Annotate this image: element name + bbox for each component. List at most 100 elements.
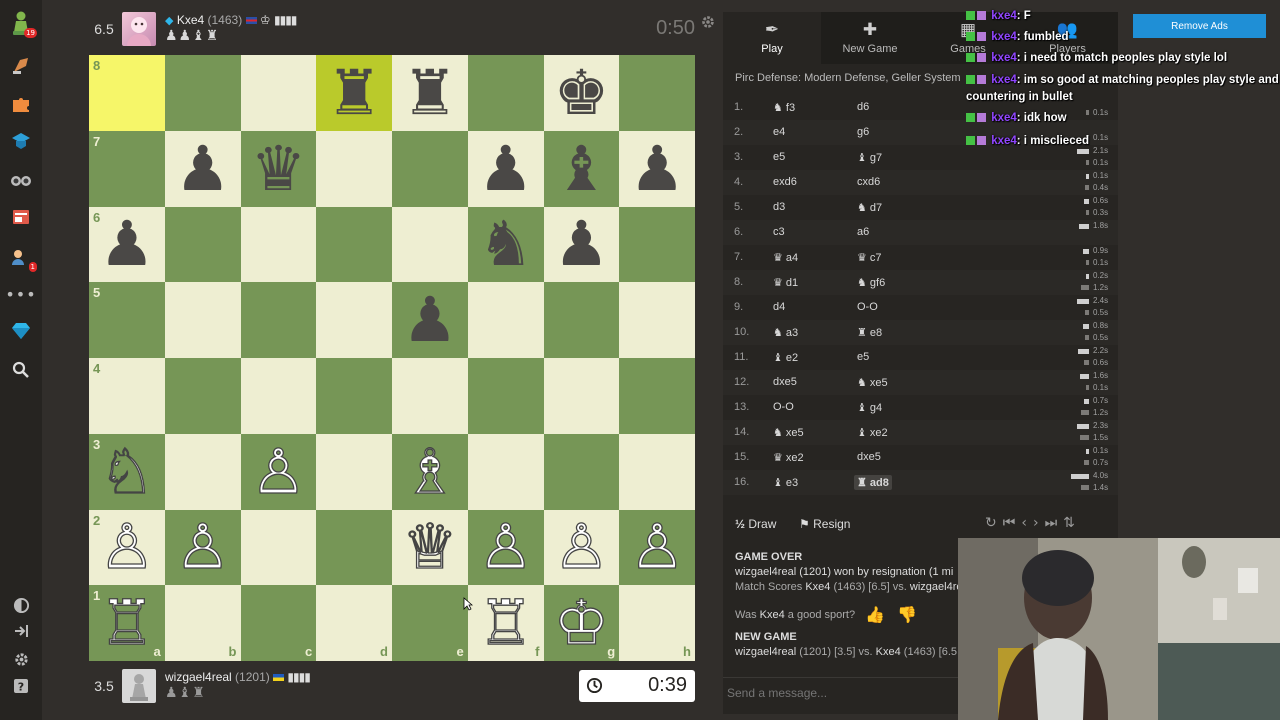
remove-ads-button[interactable]: Remove Ads — [1133, 14, 1266, 38]
black-move[interactable]: ♝ g4 — [857, 401, 882, 414]
square-a6[interactable]: ♟ 6 — [89, 206, 165, 283]
play-icon[interactable] — [8, 52, 34, 78]
square-g2[interactable]: ♙ — [543, 509, 620, 586]
white-move[interactable]: O-O — [773, 401, 794, 413]
theme-toggle-icon[interactable] — [8, 592, 34, 618]
square-e5[interactable]: ♟ — [392, 282, 468, 358]
good-sport-player[interactable]: Kxe4 — [760, 609, 785, 621]
last-move-icon[interactable]: ⏭ — [1045, 515, 1064, 531]
tab-new-game[interactable]: ✚ New Game — [821, 12, 919, 64]
square-c4[interactable] — [240, 358, 317, 434]
draw-button[interactable]: ½ Draw — [735, 517, 776, 531]
white-move[interactable]: e4 — [773, 126, 785, 138]
square-h6[interactable] — [619, 206, 695, 283]
chess-board[interactable]: 8 ♜ ♜ ♚ 7 ♟ ♛ ♟ ♝ ♟ ♟ 6 ♞ ♟ 5 ♟ 4 ♘ 3 ♙ ♗ ♙ 2 ♙ ♕ ♙ ♙ ♙ ♖ 1 a b c d e ♖ f ♔ g h — [89, 55, 695, 661]
square-a7[interactable]: 7 — [89, 130, 165, 207]
black-move[interactable]: ♞ d7 — [857, 201, 882, 214]
white-pawn-piece[interactable]: ♙ — [629, 515, 686, 578]
black-move[interactable]: ♜ e8 — [857, 326, 882, 339]
square-d1[interactable]: d — [316, 585, 392, 661]
watch-icon[interactable] — [8, 166, 34, 192]
square-e7[interactable] — [392, 130, 468, 207]
black-rook-piece[interactable]: ♜ — [402, 61, 458, 124]
square-a1[interactable]: ♖ 1 a — [89, 585, 165, 661]
white-pawn-piece[interactable]: ♙ — [174, 515, 231, 578]
black-move[interactable]: ♛ c7 — [857, 251, 882, 264]
thumbs-up-icon[interactable]: 👍 — [865, 605, 885, 625]
analysis-icon[interactable]: ↻ — [985, 515, 1003, 531]
black-pawn-piece[interactable]: ♟ — [402, 289, 458, 351]
square-f7[interactable]: ♟ — [467, 130, 544, 207]
new-game-player1[interactable]: wizgael4real — [735, 646, 796, 658]
square-d7[interactable] — [316, 130, 392, 207]
black-move[interactable]: cxd6 — [857, 176, 880, 188]
black-pawn-piece[interactable]: ♟ — [99, 213, 155, 275]
black-queen-piece[interactable]: ♛ — [251, 137, 307, 200]
square-c7[interactable]: ♛ — [240, 130, 317, 207]
white-move[interactable]: ♛ xe2 — [773, 451, 804, 464]
white-pawn-piece[interactable]: ♙ — [250, 439, 307, 502]
square-d2[interactable] — [316, 509, 392, 586]
square-f3[interactable] — [467, 433, 544, 510]
puzzles-icon[interactable] — [8, 90, 34, 116]
square-b1[interactable]: b — [164, 585, 241, 661]
square-b6[interactable] — [164, 206, 241, 283]
white-move[interactable]: ♝ e2 — [773, 351, 798, 364]
bottom-player-avatar[interactable] — [122, 669, 156, 703]
white-move[interactable]: c3 — [773, 226, 785, 238]
white-move[interactable]: ♞ f3 — [773, 101, 795, 114]
square-b4[interactable] — [164, 358, 241, 434]
square-c1[interactable]: c — [240, 585, 317, 661]
square-g5[interactable] — [543, 282, 620, 358]
next-move-icon[interactable]: › — [1033, 515, 1045, 531]
black-move[interactable]: ♝ xe2 — [857, 426, 888, 439]
news-icon[interactable] — [8, 204, 34, 230]
square-b7[interactable]: ♟ — [164, 130, 241, 207]
white-move[interactable]: e5 — [773, 151, 785, 163]
black-move[interactable]: e5 — [857, 351, 869, 363]
square-h2[interactable]: ♙ — [619, 509, 695, 586]
collapse-icon[interactable] — [8, 618, 34, 644]
white-move[interactable]: exd6 — [773, 176, 797, 188]
board-settings-icon[interactable] — [700, 14, 716, 30]
square-c5[interactable] — [240, 282, 317, 358]
square-d6[interactable] — [316, 206, 392, 283]
square-c3[interactable]: ♙ — [240, 433, 317, 510]
white-pawn-piece[interactable]: ♙ — [553, 515, 610, 578]
white-move[interactable]: d4 — [773, 301, 785, 313]
square-e8[interactable]: ♜ — [392, 55, 468, 131]
white-pawn-piece[interactable]: ♙ — [477, 515, 534, 578]
square-b3[interactable] — [164, 433, 241, 510]
white-rook-piece[interactable]: ♖ — [477, 591, 534, 654]
square-g7[interactable]: ♝ — [543, 130, 620, 207]
tab-play[interactable]: ✒ Play — [723, 12, 821, 64]
chat-message-input[interactable] — [727, 682, 967, 704]
square-e6[interactable] — [392, 206, 468, 283]
more-icon[interactable]: ••• — [5, 281, 35, 307]
search-icon[interactable] — [8, 357, 34, 383]
square-d8[interactable]: ♜ — [316, 55, 392, 131]
square-g8[interactable]: ♚ — [543, 55, 620, 131]
square-g1[interactable]: ♔ g — [543, 585, 620, 661]
thumbs-down-icon[interactable]: 👎 — [897, 605, 917, 625]
black-knight-piece[interactable]: ♞ — [478, 213, 534, 275]
square-d4[interactable] — [316, 358, 392, 434]
white-move[interactable]: ♞ xe5 — [773, 426, 804, 439]
square-a3[interactable]: ♘ 3 — [89, 433, 165, 510]
square-g6[interactable]: ♟ — [543, 206, 620, 283]
black-move[interactable]: ♞ gf6 — [857, 276, 885, 289]
square-e2[interactable]: ♕ — [392, 509, 468, 586]
square-a5[interactable]: 5 — [89, 282, 165, 358]
square-a8[interactable]: 8 — [89, 55, 165, 131]
black-move[interactable]: O-O — [857, 301, 878, 313]
square-f4[interactable] — [467, 358, 544, 434]
square-f8[interactable] — [467, 55, 544, 131]
white-pawn-piece[interactable]: ♙ — [98, 515, 155, 578]
square-d5[interactable] — [316, 282, 392, 358]
prev-move-icon[interactable]: ‹ — [1021, 515, 1033, 531]
bottom-player-name[interactable]: wizgael4real (1201) ▮▮▮▮ — [165, 670, 311, 684]
first-move-icon[interactable]: ⏮ — [1003, 515, 1022, 531]
square-a2[interactable]: ♙ 2 — [89, 509, 165, 586]
black-bishop-piece[interactable]: ♝ — [554, 137, 610, 200]
social-icon[interactable]: 1 — [8, 244, 37, 272]
